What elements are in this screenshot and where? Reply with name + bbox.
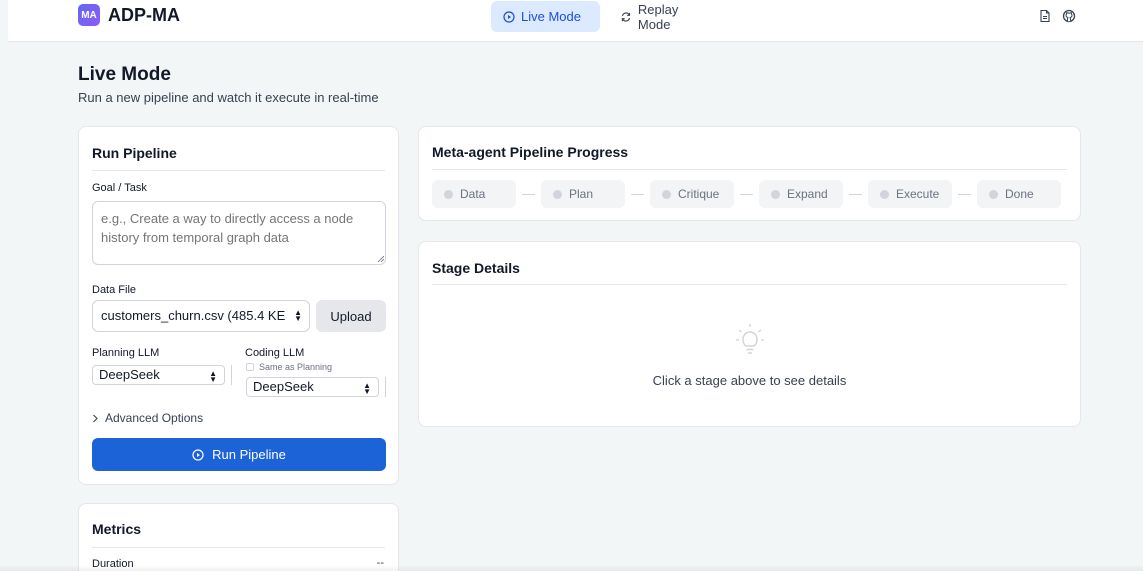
card-divider: [432, 284, 1067, 285]
step-status-dot: [989, 189, 998, 199]
stage-details-card: Stage Details Click a stage above to see…: [418, 241, 1081, 427]
stage-details-title: Stage Details: [432, 260, 520, 276]
step-status-dot: [771, 189, 780, 199]
github-icon[interactable]: [1062, 9, 1076, 23]
run-pipeline-card: Run Pipeline Goal / Task Data File custo…: [78, 126, 399, 485]
pipeline-progress-card: Meta-agent Pipeline Progress Data Plan C…: [418, 126, 1081, 221]
step-label: Data: [460, 187, 486, 201]
step-connector: [631, 193, 644, 195]
step-status-dot: [444, 189, 453, 199]
pipeline-progress-title: Meta-agent Pipeline Progress: [432, 144, 629, 160]
advanced-options-toggle[interactable]: Advanced Options: [92, 411, 203, 425]
tab-replay-mode[interactable]: Replay Mode: [608, 1, 726, 32]
metrics-title: Metrics: [92, 521, 142, 537]
metrics-card: Metrics Duration --: [78, 503, 399, 571]
card-divider: [92, 547, 385, 548]
card-divider: [92, 170, 385, 171]
step-done[interactable]: Done: [977, 180, 1061, 208]
planning-llm-select[interactable]: DeepSeek ▲ ▼: [92, 365, 225, 385]
pipeline-steps: Data Plan Critique Expand Execute Done: [432, 180, 1061, 208]
step-plan[interactable]: Plan: [541, 180, 625, 208]
run-pipeline-button-label: Run Pipeline: [212, 447, 286, 462]
refresh-icon: [621, 11, 631, 22]
brand[interactable]: MA ADP-MA: [78, 4, 180, 26]
tab-live-mode[interactable]: Live Mode: [491, 1, 600, 32]
select-arrows-icon: ▲ ▼: [209, 369, 217, 384]
step-connector: [522, 193, 535, 195]
goal-textarea[interactable]: [92, 201, 386, 265]
step-expand[interactable]: Expand: [759, 180, 843, 208]
step-label: Expand: [787, 187, 828, 201]
stage-details-empty-text: Click a stage above to see details: [652, 373, 847, 388]
planning-llm-label: Planning LLM: [92, 347, 160, 359]
advanced-options-label: Advanced Options: [105, 411, 204, 425]
play-circle-icon: [192, 448, 204, 461]
step-label: Execute: [896, 187, 940, 201]
coding-llm-select[interactable]: DeepSeek ▲ ▼: [246, 377, 379, 397]
play-circle-icon: [503, 10, 515, 23]
planning-llm-value: DeepSeek: [99, 367, 160, 382]
upload-button[interactable]: Upload: [316, 300, 386, 332]
select-arrows-icon: ▲ ▼: [294, 308, 302, 323]
select-separator: [385, 377, 386, 397]
step-label: Done: [1005, 187, 1034, 201]
select-arrows-icon: ▲ ▼: [363, 381, 371, 396]
tab-live-label: Live Mode: [521, 9, 581, 24]
page-subtitle: Run a new pipeline and watch it execute …: [78, 90, 379, 105]
step-label: Plan: [569, 187, 594, 201]
step-connector: [849, 193, 862, 195]
chevron-right-icon: [93, 414, 98, 422]
data-file-select[interactable]: customers_churn.csv (485.4 KE ▲ ▼: [92, 300, 310, 332]
lightbulb-icon: [736, 324, 764, 354]
run-pipeline-button[interactable]: Run Pipeline: [92, 438, 386, 471]
step-connector: [958, 193, 971, 195]
brand-name: ADP-MA: [108, 4, 180, 25]
top-header: MA ADP-MA Live Mode Replay Mode: [8, 0, 1143, 42]
data-file-value: customers_churn.csv (485.4 KE: [101, 308, 286, 323]
step-status-dot: [553, 189, 562, 199]
card-divider: [432, 169, 1067, 170]
step-status-dot: [880, 189, 889, 199]
step-label: Critique: [678, 187, 720, 201]
run-pipeline-title: Run Pipeline: [92, 145, 177, 161]
step-data[interactable]: Data: [432, 180, 516, 208]
goal-label: Goal / Task: [92, 182, 147, 194]
page-title: Live Mode: [78, 64, 171, 85]
coding-llm-value: DeepSeek: [253, 379, 314, 394]
brand-logo-badge: MA: [78, 4, 100, 26]
step-connector: [740, 193, 753, 195]
tab-replay-label: Replay Mode: [637, 1, 679, 32]
bottom-shadow: [0, 565, 1143, 571]
resize-handle-icon[interactable]: [377, 255, 384, 262]
step-status-dot: [662, 189, 671, 199]
same-as-planning-label: Same as Planning: [259, 362, 333, 372]
same-as-planning-checkbox[interactable]: [246, 363, 254, 371]
coding-llm-label: Coding LLM: [245, 347, 305, 359]
document-icon[interactable]: [1038, 9, 1052, 23]
select-separator: [231, 365, 232, 385]
data-file-label: Data File: [92, 284, 137, 296]
step-critique[interactable]: Critique: [650, 180, 734, 208]
step-execute[interactable]: Execute: [868, 180, 952, 208]
